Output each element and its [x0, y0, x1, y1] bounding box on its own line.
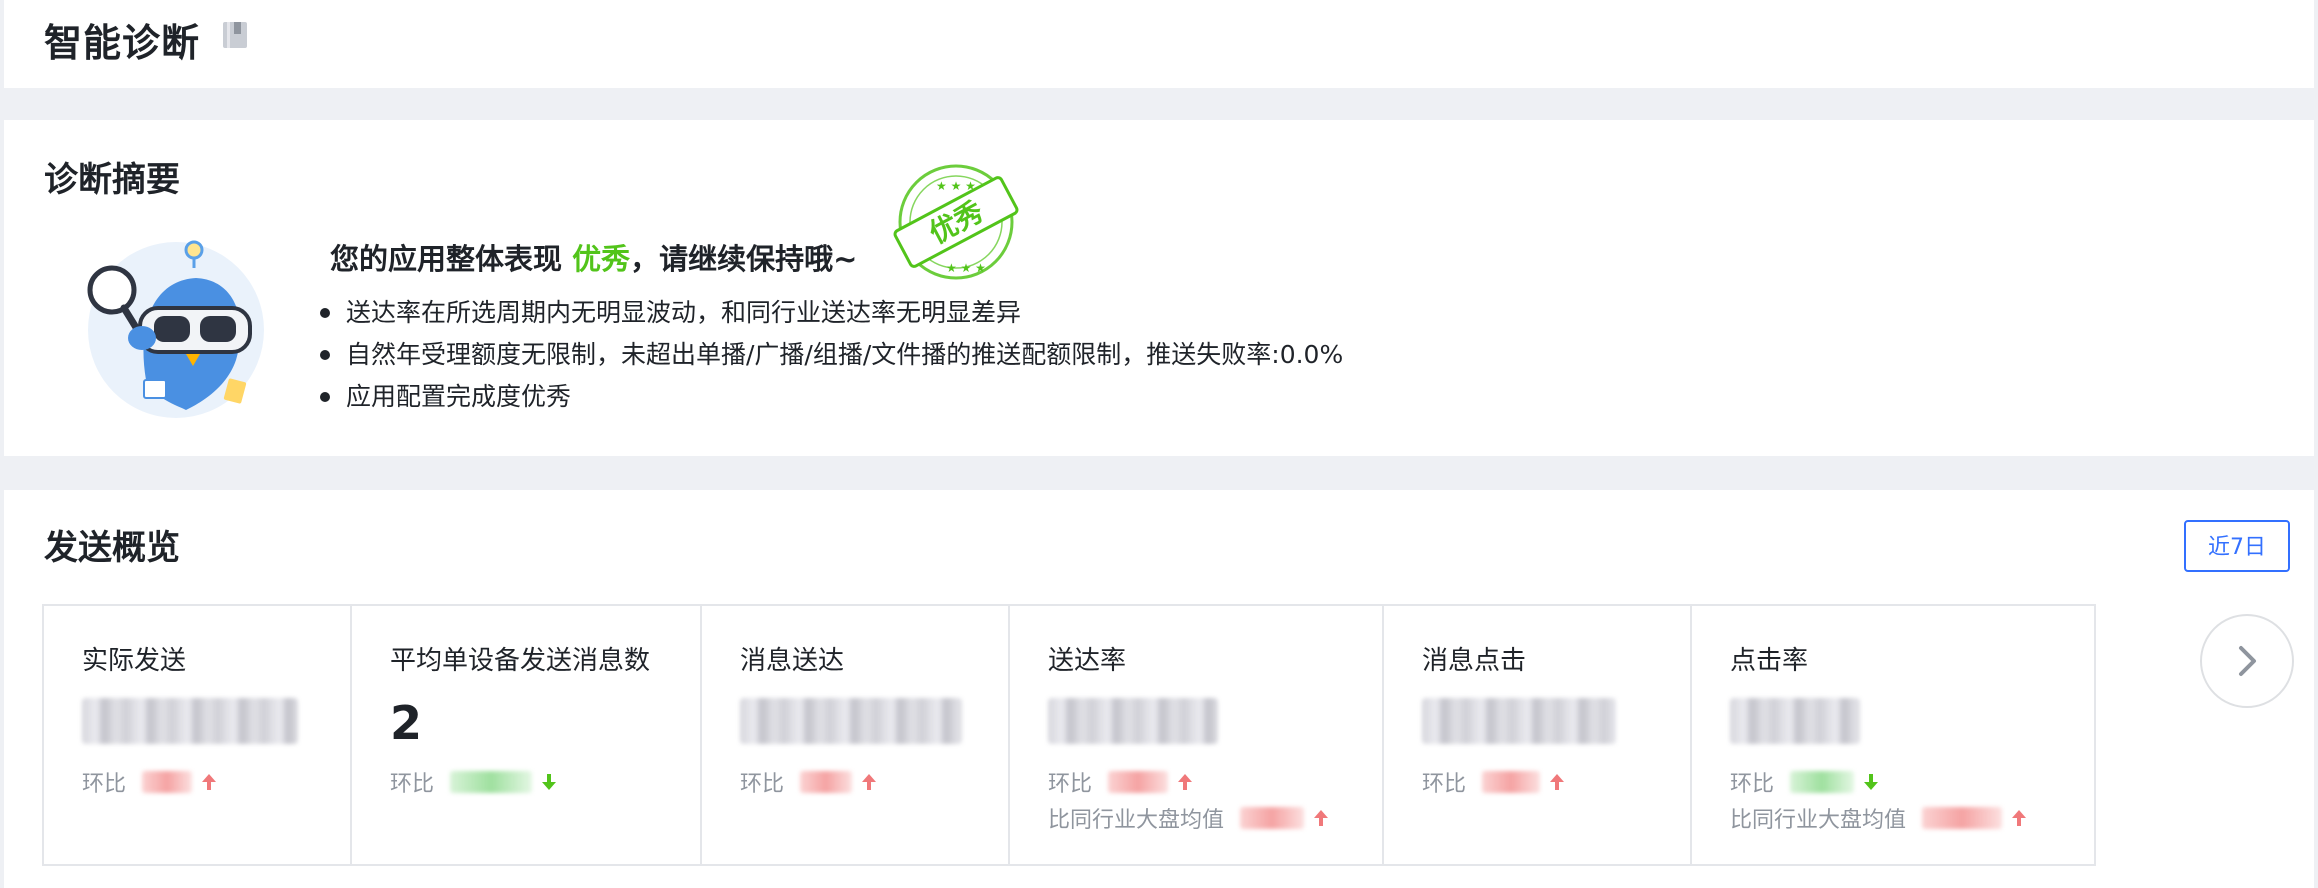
arrow-up-icon [862, 774, 877, 790]
mom-label: 环比 [82, 772, 127, 797]
mom-row: 环比 [1422, 766, 1566, 798]
redacted-mom [1108, 771, 1169, 793]
industry-label: 比同行业大盘均值 [1730, 808, 1907, 833]
metrics-row: 实际发送 环比 平均单设备发送消息数 2 环比 消息送达 环比 送达率 环比 比… [42, 604, 2096, 866]
arrow-up-icon [1314, 810, 1329, 826]
mom-label: 环比 [1422, 772, 1467, 797]
list-item: 应用配置完成度优秀 [316, 376, 1343, 418]
industry-row: 比同行业大盘均值 [1048, 802, 1330, 834]
overview-title: 发送概览 [44, 528, 180, 568]
grade-label: 优秀 [572, 242, 631, 276]
metric-label: 消息点击 [1422, 646, 1527, 676]
metric-label: 点击率 [1730, 646, 1809, 676]
metric-card-click-rate[interactable]: 点击率 环比 比同行业大盘均值 [1692, 606, 2094, 864]
svg-text:★ ★ ★: ★ ★ ★ [946, 261, 986, 275]
arrow-up-icon [1178, 774, 1193, 790]
metric-card-clicks[interactable]: 消息点击 环比 [1384, 606, 1692, 864]
list-item: 自然年受理额度无限制，未超出单播/广播/组播/文件播的推送配额限制，推送失败率:… [316, 334, 1343, 376]
redacted-mom [800, 771, 853, 793]
redacted-industry [1922, 807, 2003, 829]
redacted-value [82, 698, 298, 744]
metric-label: 送达率 [1048, 646, 1127, 676]
redacted-value [1422, 698, 1616, 744]
mom-label: 环比 [1048, 772, 1093, 797]
arrow-down-icon [1864, 774, 1879, 790]
metric-card-avg-per-device[interactable]: 平均单设备发送消息数 2 环比 [352, 606, 702, 864]
redacted-mom [450, 771, 533, 793]
industry-row: 比同行业大盘均值 [1730, 802, 2028, 834]
metric-label: 消息送达 [740, 646, 845, 676]
list-item: 送达率在所选周期内无明显波动，和同行业送达率无明显差异 [316, 292, 1343, 334]
summary-panel: 诊断摘要 您的应用整体表现 优秀，请继续保持哦~ 优秀 ★ ★ ★ ★ ★ ★ … [4, 120, 2314, 456]
header-panel: 智能诊断 [4, 0, 2314, 88]
mom-label: 环比 [740, 772, 785, 797]
metric-label: 实际发送 [82, 646, 187, 676]
mom-row: 环比 [740, 766, 878, 798]
industry-label: 比同行业大盘均值 [1048, 808, 1225, 833]
redacted-industry [1240, 807, 1305, 829]
svg-text:★ ★ ★: ★ ★ ★ [936, 179, 976, 193]
mom-row: 环比 [82, 766, 218, 798]
diagnosis-list: 送达率在所选周期内无明显波动，和同行业送达率无明显差异 自然年受理额度无限制，未… [316, 292, 1343, 418]
metric-label: 平均单设备发送消息数 [390, 646, 651, 676]
next-button[interactable] [2200, 614, 2294, 708]
date-range-button[interactable]: 近7日 [2184, 520, 2290, 572]
mom-label: 环比 [1730, 772, 1775, 797]
arrow-up-icon [202, 774, 217, 790]
metric-value: 2 [390, 696, 423, 750]
redacted-value [1048, 698, 1218, 744]
metric-card-delivered[interactable]: 消息送达 环比 [702, 606, 1010, 864]
mom-row: 环比 [1048, 766, 1194, 798]
headline-suffix: ，请继续保持哦~ [630, 242, 858, 276]
redacted-mom [1482, 771, 1541, 793]
overview-panel: 发送概览 近7日 实际发送 环比 平均单设备发送消息数 2 环比 消息送达 环比… [4, 490, 2314, 888]
redacted-value [1730, 698, 1860, 744]
summary-title: 诊断摘要 [44, 160, 180, 200]
redacted-mom [1790, 771, 1855, 793]
mom-row: 环比 [1730, 766, 1880, 798]
redacted-mom [142, 771, 193, 793]
arrow-up-icon [2012, 810, 2027, 826]
metric-card-sent[interactable]: 实际发送 环比 [44, 606, 352, 864]
metric-card-delivery-rate[interactable]: 送达率 环比 比同行业大盘均值 [1010, 606, 1384, 864]
redacted-value [740, 698, 962, 744]
diagnosis-headline: 您的应用整体表现 优秀，请继续保持哦~ [330, 236, 857, 278]
arrow-down-icon [542, 774, 557, 790]
chevron-right-icon [2239, 646, 2256, 676]
mascot-illustration [87, 240, 264, 418]
mom-label: 环比 [390, 772, 435, 797]
page-title: 智能诊断 [44, 21, 201, 65]
book-icon[interactable] [222, 20, 248, 50]
headline-prefix: 您的应用整体表现 [330, 242, 563, 276]
mom-row: 环比 [390, 766, 558, 798]
arrow-up-icon [1550, 774, 1565, 790]
excellent-stamp: 优秀 ★ ★ ★ ★ ★ ★ [893, 164, 1019, 280]
